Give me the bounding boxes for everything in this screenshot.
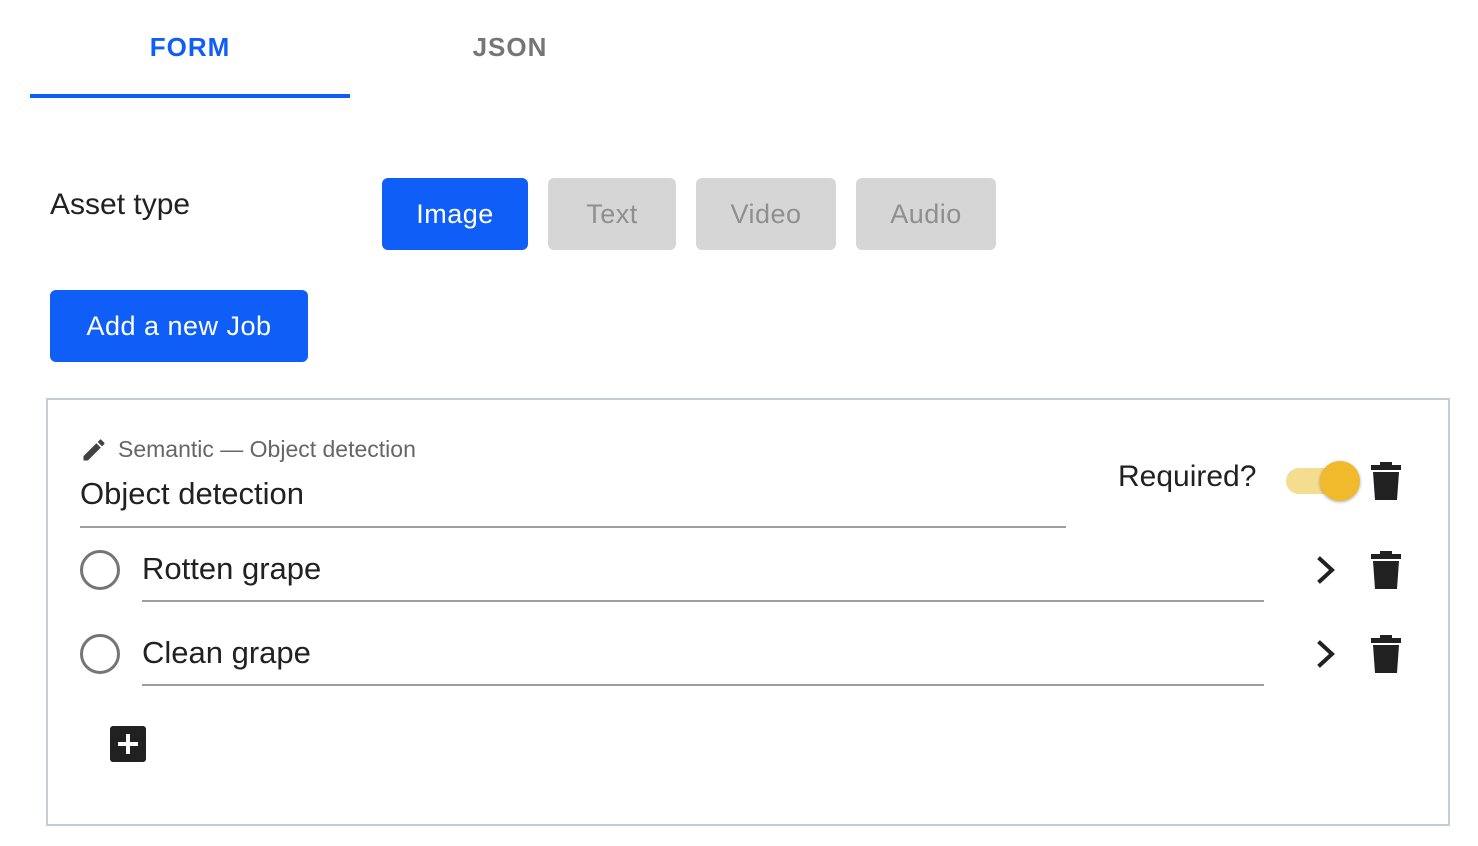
job-name-underline <box>80 526 1066 528</box>
required-label: Required? <box>1118 460 1257 493</box>
add-category-button[interactable] <box>110 726 146 762</box>
job-name-field[interactable]: Object detection <box>80 476 304 512</box>
job-type-label: Semantic — Object detection <box>118 436 416 462</box>
category-underline <box>142 600 1264 602</box>
delete-job-trash-icon[interactable] <box>1371 462 1401 500</box>
active-tab-indicator <box>30 94 350 98</box>
category-radio-clean-grape[interactable] <box>80 634 120 674</box>
pencil-icon[interactable] <box>80 436 108 464</box>
chevron-right-icon[interactable] <box>1312 555 1340 585</box>
chevron-right-icon[interactable] <box>1312 639 1340 669</box>
asset-type-text-button[interactable]: Text <box>548 178 676 250</box>
delete-category-trash-icon[interactable] <box>1371 551 1401 589</box>
asset-type-label: Asset type <box>50 188 191 221</box>
category-name-rotten-grape[interactable]: Rotten grape <box>142 551 321 587</box>
tab-form[interactable]: FORM <box>30 0 350 98</box>
delete-category-trash-icon[interactable] <box>1371 635 1401 673</box>
tab-bar: FORM JSON <box>30 0 670 98</box>
category-underline <box>142 684 1264 686</box>
category-name-clean-grape[interactable]: Clean grape <box>142 635 311 671</box>
asset-type-image-button[interactable]: Image <box>382 178 528 250</box>
tab-json[interactable]: JSON <box>350 0 670 98</box>
category-radio-rotten-grape[interactable] <box>80 550 120 590</box>
asset-type-audio-button[interactable]: Audio <box>856 178 996 250</box>
toggle-thumb <box>1320 461 1360 501</box>
add-new-job-button[interactable]: Add a new Job <box>50 290 308 362</box>
asset-type-video-button[interactable]: Video <box>696 178 836 250</box>
plus-icon <box>118 734 138 754</box>
required-toggle[interactable] <box>1284 460 1362 502</box>
